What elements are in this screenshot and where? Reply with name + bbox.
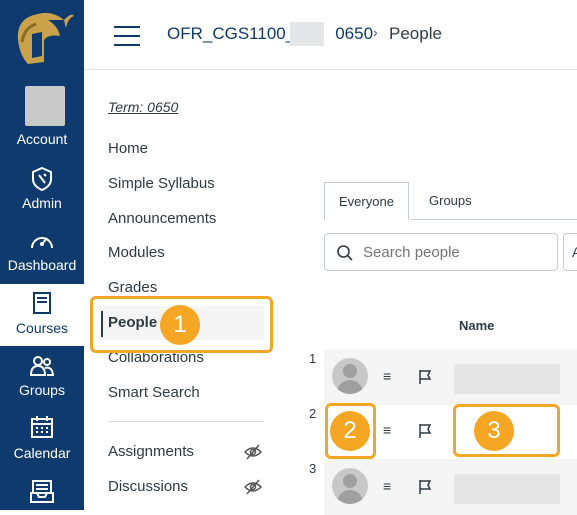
user-avatar-icon[interactable] [332, 468, 368, 504]
search-people-field[interactable] [324, 233, 558, 271]
breadcrumb-separator: › [373, 24, 378, 40]
term-label: Term: 0650 [108, 99, 179, 115]
inbox-icon [30, 480, 54, 503]
course-nav-announcements[interactable]: Announcements [108, 210, 216, 227]
people-group-icon [29, 356, 55, 376]
course-nav-assignments[interactable]: Assignments [108, 443, 194, 460]
row-number: 2 [309, 406, 317, 421]
student-name-redacted[interactable] [454, 474, 560, 504]
tab-groups[interactable]: Groups [415, 182, 486, 220]
nav-groups[interactable]: Groups [0, 347, 84, 409]
row-menu-icon[interactable]: ≡ [383, 478, 391, 494]
nav-dashboard[interactable]: Dashboard [0, 222, 84, 284]
search-people-input[interactable] [363, 242, 551, 262]
student-name-redacted[interactable] [454, 364, 560, 394]
nav-account-label: Account [16, 131, 68, 147]
nav-courses[interactable]: Courses [0, 284, 84, 346]
row-menu-icon[interactable]: ≡ [383, 422, 391, 438]
role-filter-select[interactable]: A [563, 233, 577, 271]
flag-icon[interactable] [418, 369, 432, 385]
nav-courses-label: Courses [15, 320, 69, 336]
speedometer-icon [31, 237, 53, 249]
nav-dashboard-label: Dashboard [7, 257, 77, 273]
calendar-icon [31, 416, 53, 438]
role-filter-text: A [572, 244, 577, 260]
nav-admin[interactable]: Admin [0, 160, 84, 222]
course-nav-grades[interactable]: Grades [108, 279, 157, 296]
course-nav-discussions[interactable]: Discussions [108, 478, 188, 495]
nav-admin-label: Admin [22, 195, 62, 211]
nav-inbox[interactable] [0, 472, 84, 510]
nav-groups-label: Groups [19, 382, 65, 398]
tab-underline [411, 219, 577, 220]
course-code-text: OFR_CGS1100_ [167, 24, 296, 43]
tab-everyone[interactable]: Everyone [324, 182, 409, 220]
row-menu-icon[interactable]: ≡ [383, 368, 391, 384]
hamburger-menu-icon[interactable] [114, 26, 140, 46]
course-nav-smart-search[interactable]: Smart Search [108, 384, 200, 401]
row-number: 1 [309, 351, 317, 366]
flag-icon[interactable] [418, 423, 432, 439]
shield-wrench-icon [32, 166, 52, 192]
flag-icon[interactable] [418, 479, 432, 495]
course-nav-divider [108, 421, 264, 422]
search-icon [337, 245, 353, 261]
column-header-name[interactable]: Name [459, 318, 494, 333]
nav-calendar-label: Calendar [13, 445, 71, 461]
breadcrumb-current-page: People [389, 24, 442, 43]
callout-number: 2 [330, 411, 370, 451]
callout-number: 1 [160, 305, 200, 345]
redacted-block [290, 22, 324, 46]
nav-calendar[interactable]: Calendar [0, 410, 84, 472]
course-suffix-text: 0650 [335, 24, 374, 43]
trojan-helmet-logo-icon[interactable] [8, 6, 76, 70]
account-avatar[interactable] [25, 86, 65, 126]
course-nav-simple-syllabus[interactable]: Simple Syllabus [108, 175, 215, 192]
eye-off-icon [244, 479, 262, 495]
nav-account[interactable]: Account [0, 128, 84, 150]
eye-off-icon [244, 444, 262, 460]
row-number: 3 [309, 461, 317, 476]
user-avatar-icon[interactable] [332, 358, 368, 394]
breadcrumb-course-link[interactable]: OFR_CGS1100_ 0650 [167, 24, 373, 44]
callout-number: 3 [474, 411, 514, 451]
global-nav: Account Admin Dashboard Courses Groups C… [0, 0, 84, 510]
course-nav-modules[interactable]: Modules [108, 244, 165, 261]
book-icon [33, 292, 51, 314]
course-nav-home[interactable]: Home [108, 140, 148, 157]
top-header: OFR_CGS1100_ 0650 › People [84, 0, 577, 70]
